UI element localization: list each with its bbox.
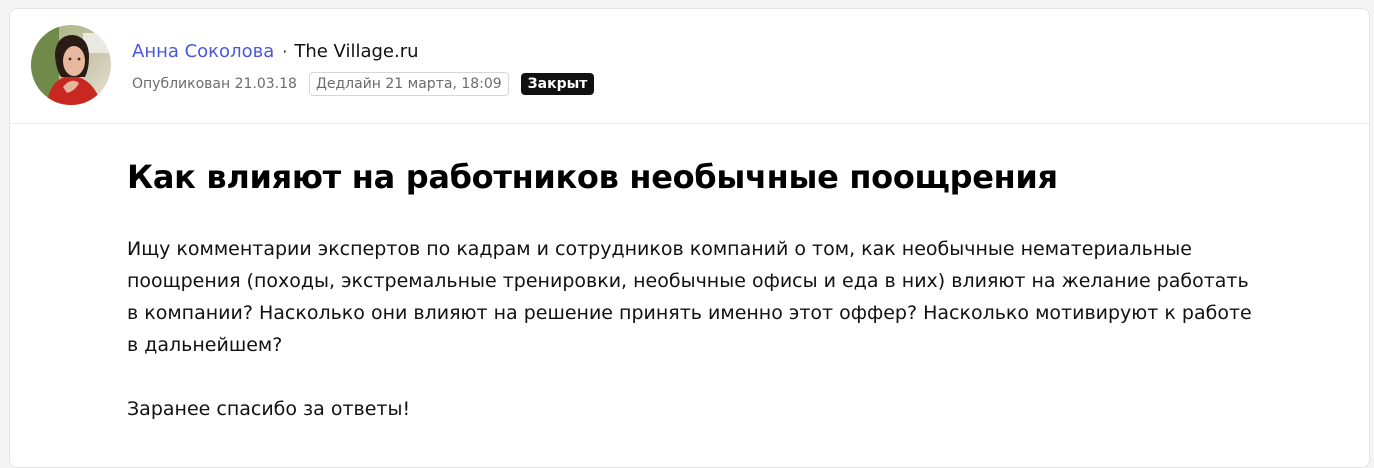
- meta-line: Опубликован 21.03.18 Дедлайн 21 марта, 1…: [132, 71, 595, 97]
- request-body: Ищу комментарии экспертов по кадрам и со…: [127, 238, 1252, 356]
- author-name-link[interactable]: Анна Соколова: [132, 41, 274, 62]
- request-header: Анна Соколова · The Village.ru Опубликов…: [10, 9, 1369, 124]
- request-content: Как влияют на работников необычные поощр…: [127, 151, 1257, 425]
- avatar-photo: [31, 25, 111, 105]
- request-card: Анна Соколова · The Village.ru Опубликов…: [9, 8, 1370, 468]
- separator-dot: ·: [282, 41, 288, 61]
- request-thanks: Заранее спасибо за ответы!: [127, 398, 411, 420]
- request-title: Как влияют на работников необычные поощр…: [127, 158, 1058, 196]
- published-date: Опубликован 21.03.18: [132, 76, 297, 92]
- avatar[interactable]: [31, 25, 111, 105]
- deadline-badge: Дедлайн 21 марта, 18:09: [308, 72, 509, 96]
- status-badge: Закрыт: [520, 73, 595, 95]
- publication-name: The Village.ru: [294, 40, 419, 62]
- author-line: Анна Соколова · The Village.ru: [132, 38, 419, 64]
